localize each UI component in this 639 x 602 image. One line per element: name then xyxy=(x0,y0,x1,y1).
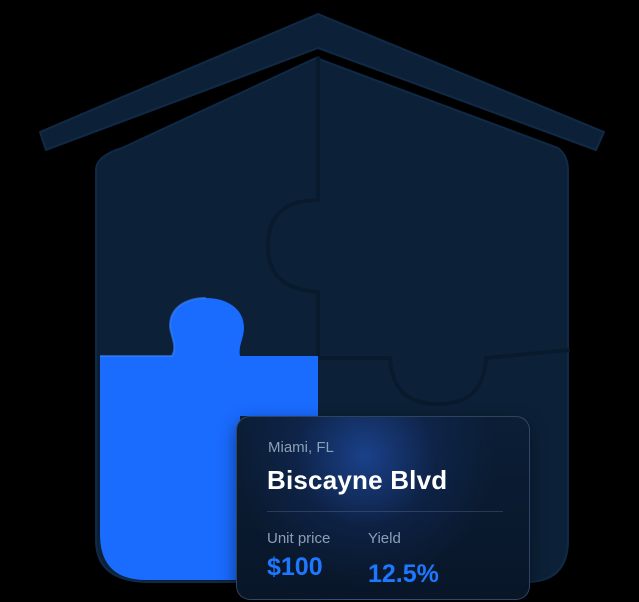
property-title: Biscayne Blvd xyxy=(267,465,448,495)
unit-price-label: Unit price xyxy=(267,530,331,547)
card-divider xyxy=(267,511,503,512)
yield-label: Yield xyxy=(368,530,401,547)
unit-price-value: $100 xyxy=(267,553,323,581)
yield-value: 12.5% xyxy=(368,560,439,588)
property-card[interactable]: Miami, FL Biscayne Blvd Unit price $100 … xyxy=(236,416,530,600)
property-location: Miami, FL xyxy=(268,439,334,456)
